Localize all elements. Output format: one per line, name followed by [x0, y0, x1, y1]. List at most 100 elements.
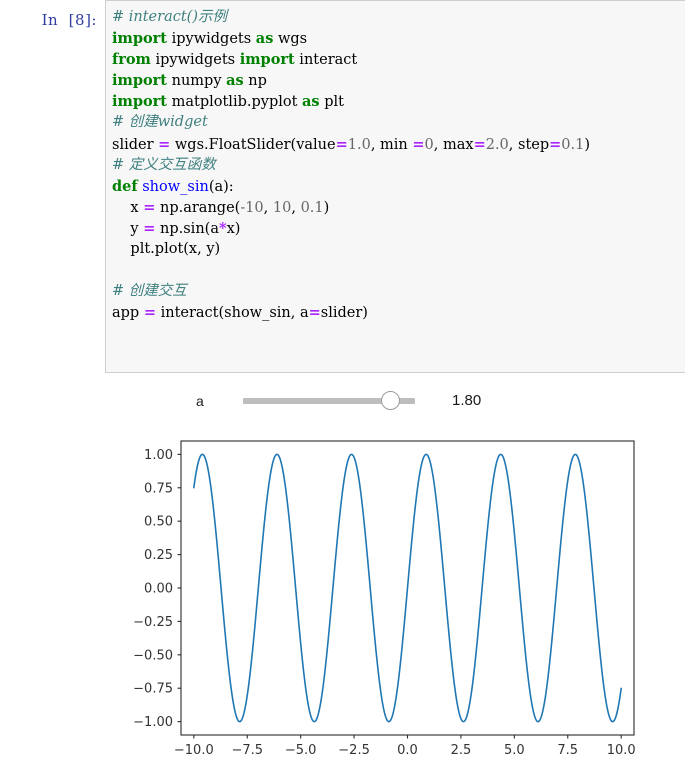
code-token: 0.1 — [561, 136, 585, 153]
matplotlib-figure-output: 1.00 0.75 0.50 0.25 0.00 −0.25 −0.50 −0.75 −1.00… — [0, 425, 685, 773]
code-token: matplotlib.pyplot — [167, 94, 303, 111]
code-token: import — [112, 72, 167, 90]
code-line: # 创建widget — [112, 112, 685, 133]
code-token: = — [143, 304, 156, 322]
code-token: def — [112, 177, 138, 195]
code-line: app = interact(show_sin, a=slider) — [112, 302, 685, 323]
code-token: 1.0 — [347, 136, 371, 153]
x-tick-label: 2.5 — [451, 743, 472, 758]
code-token: = — [473, 135, 486, 153]
x-tick-label: 0.0 — [397, 743, 418, 758]
code-line: y = np.sin(a*x) — [112, 218, 685, 239]
x-tick-label: −10.0 — [174, 743, 214, 758]
x-tick-label: −2.5 — [338, 743, 370, 758]
code-token: 10 — [272, 199, 292, 216]
code-line: from ipywidgets import interact — [112, 49, 685, 70]
code-token: import — [112, 93, 167, 111]
y-tick-label: 1.00 — [144, 448, 173, 463]
x-axis-ticks: −10.0 −7.5 −5.0 −2.5 0.0 2.5 5.0 7.5 10.0 — [174, 735, 636, 758]
code-token: ) — [584, 136, 591, 153]
code-line: # 创建交互 — [112, 281, 685, 302]
code-token: interact — [294, 52, 358, 69]
plot-axes: 1.00 0.75 0.50 0.25 0.00 −0.25 −0.50 −0.75 −1.00… — [133, 440, 636, 758]
slider-label: a — [196, 393, 204, 409]
code-token: * — [218, 219, 227, 237]
code-token: np.arange( — [155, 199, 241, 216]
x-tick-label: 7.5 — [557, 743, 578, 758]
code-token: = — [549, 135, 562, 153]
code-line: import numpy as np — [112, 70, 685, 91]
code-token: = — [143, 219, 156, 237]
code-token: = — [143, 198, 156, 216]
code-token: 0.1 — [300, 199, 324, 216]
code-line: slider = wgs.FloatSlider(value=1.0, min … — [112, 134, 685, 155]
y-axis-ticks: 1.00 0.75 0.50 0.25 0.00 −0.25 −0.50 −0.75 −1.00 — [133, 448, 181, 730]
code-token: , min — [370, 136, 413, 153]
code-token: as — [226, 72, 244, 90]
code-token: y — [112, 220, 144, 237]
code-token: interact(show_sin, a — [155, 305, 309, 322]
code-token: ipywidgets — [150, 52, 240, 69]
code-token: # 定义交互函数 — [112, 156, 216, 173]
code-token: import — [239, 51, 295, 69]
code-token: slider) — [320, 305, 368, 322]
code-line: import ipywidgets as wgs — [112, 28, 685, 49]
code-token: # 创建widget — [112, 114, 208, 131]
code-line: import matplotlib.pyplot as plt — [112, 91, 685, 112]
float-slider-widget[interactable]: a 1.80 — [0, 386, 685, 416]
code-token: slider — [112, 136, 159, 153]
code-line: plt.plot(x, y) — [112, 239, 685, 260]
y-tick-label: −0.75 — [133, 682, 173, 697]
code-token: numpy — [167, 73, 227, 90]
y-tick-label: −0.50 — [133, 648, 173, 663]
code-token: # 创建交互 — [112, 283, 187, 300]
code-token: = — [308, 304, 321, 322]
y-tick-label: −1.00 — [133, 715, 173, 730]
code-token: as — [255, 30, 274, 48]
code-token: as — [302, 93, 320, 111]
y-tick-label: −0.25 — [133, 615, 173, 630]
y-tick-label: 0.50 — [144, 515, 173, 530]
code-token: , — [291, 199, 301, 216]
y-tick-label: 0.00 — [144, 582, 173, 597]
code-token: plt.plot(x, y) — [112, 241, 221, 258]
code-token: np — [243, 73, 267, 90]
code-token: = — [335, 135, 348, 153]
code-token: , — [263, 199, 273, 216]
code-token: np.sin(a — [155, 220, 219, 237]
slider-track-container[interactable] — [243, 386, 415, 416]
code-token: from — [112, 51, 151, 69]
code-token: x — [112, 199, 144, 216]
code-token: x) — [226, 220, 241, 237]
code-token: ipywidgets — [167, 31, 256, 48]
code-token: plt — [319, 94, 344, 111]
execution-count-prompt: In [8]: — [41, 11, 97, 29]
code-token: import — [112, 30, 167, 48]
x-tick-label: 5.0 — [504, 743, 525, 758]
code-token: app — [112, 305, 144, 322]
code-token: 0 — [424, 136, 434, 153]
code-token: -10 — [240, 199, 264, 216]
x-tick-label: −7.5 — [231, 743, 263, 758]
code-line: # 定义交互函数 — [112, 155, 685, 176]
code-editor-area[interactable]: # interact()示例 import ipywidgets as wgs fr… — [105, 0, 685, 373]
slider-value-readout: 1.80 — [452, 392, 482, 409]
x-tick-label: −5.0 — [285, 743, 317, 758]
notebook-input-cell: In [8]: # interact()示例 import ipywidgets … — [0, 0, 685, 374]
y-tick-label: 0.25 — [144, 548, 173, 563]
code-token: show_sin — [142, 178, 209, 195]
code-source-lines: # interact()示例 import ipywidgets as wgs fr… — [112, 7, 685, 323]
sine-plot-svg: 1.00 0.75 0.50 0.25 0.00 −0.25 −0.50 −0.75 −1.00… — [133, 440, 636, 758]
code-line: # interact()示例 — [112, 7, 685, 28]
y-tick-label: 0.75 — [144, 481, 173, 496]
code-token: = — [412, 135, 425, 153]
code-token: 2.0 — [485, 136, 509, 153]
slider-handle[interactable] — [380, 391, 400, 410]
code-token: wgs — [273, 31, 308, 48]
code-token: # interact()示例 — [112, 9, 227, 25]
code-token: (a): — [208, 178, 234, 195]
code-token: = — [158, 135, 171, 153]
code-line: x = np.arange(-10, 10, 0.1) — [112, 197, 685, 218]
code-token: wgs.FloatSlider(value — [170, 136, 336, 153]
